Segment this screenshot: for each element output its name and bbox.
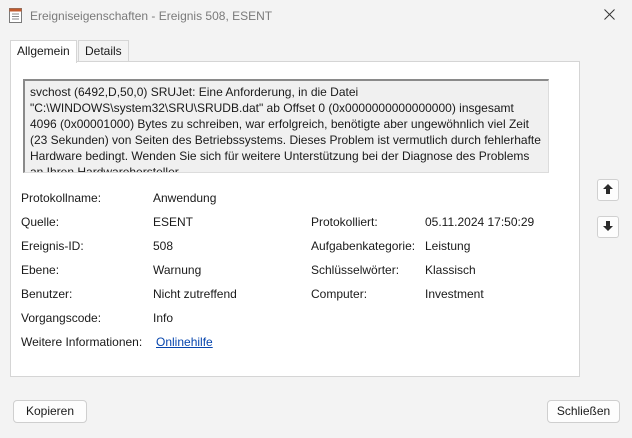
close-button[interactable]: Schließen xyxy=(547,400,620,423)
general-panel: svchost (6492,D,50,0) SRUJet: Eine Anfor… xyxy=(10,61,580,377)
tab-details[interactable]: Details xyxy=(78,40,129,62)
quelle-value: ESENT xyxy=(153,215,194,229)
quelle-label: Quelle: xyxy=(21,215,60,229)
protokollname-value: Anwendung xyxy=(153,191,217,205)
ebene-label: Ebene: xyxy=(21,263,60,277)
next-event-button[interactable] xyxy=(597,216,619,238)
title-bar: Ereigniseigenschaften - Ereignis 508, ES… xyxy=(0,0,632,32)
event-properties-icon xyxy=(9,8,22,23)
arrow-up-icon xyxy=(602,183,614,198)
benutzer-label: Benutzer: xyxy=(21,287,73,301)
previous-event-button[interactable] xyxy=(597,179,619,201)
schluesselwoerter-label: Schlüsselwörter: xyxy=(311,263,400,277)
protokollname-label: Protokollname: xyxy=(21,191,102,205)
close-window-button[interactable] xyxy=(586,0,632,32)
tab-allgemein[interactable]: Allgemein xyxy=(10,40,77,63)
window-title: Ereigniseigenschaften - Ereignis 508, ES… xyxy=(30,9,273,23)
weitere-informationen-label: Weitere Informationen: xyxy=(21,335,143,349)
copy-button[interactable]: Kopieren xyxy=(13,400,87,423)
close-icon xyxy=(603,9,615,23)
arrow-down-icon xyxy=(602,220,614,235)
ebene-value: Warnung xyxy=(153,263,202,277)
computer-value: Investment xyxy=(425,287,484,301)
ereignis-id-label: Ereignis-ID: xyxy=(21,239,84,253)
event-description[interactable]: svchost (6492,D,50,0) SRUJet: Eine Anfor… xyxy=(23,79,549,173)
schluesselwoerter-value: Klassisch xyxy=(425,263,476,277)
vorgangscode-value: Info xyxy=(153,311,174,325)
computer-label: Computer: xyxy=(311,287,368,301)
benutzer-value: Nicht zutreffend xyxy=(153,287,237,301)
vorgangscode-label: Vorgangscode: xyxy=(21,311,102,325)
protokolliert-label: Protokolliert: xyxy=(311,215,378,229)
aufgabenkategorie-value: Leistung xyxy=(425,239,471,253)
ereignis-id-value: 508 xyxy=(153,239,174,253)
aufgabenkategorie-label: Aufgabenkategorie: xyxy=(311,239,416,253)
onlinehilfe-link[interactable]: Onlinehilfe xyxy=(156,335,213,349)
protokolliert-value: 05.11.2024 17:50:29 xyxy=(425,215,535,229)
